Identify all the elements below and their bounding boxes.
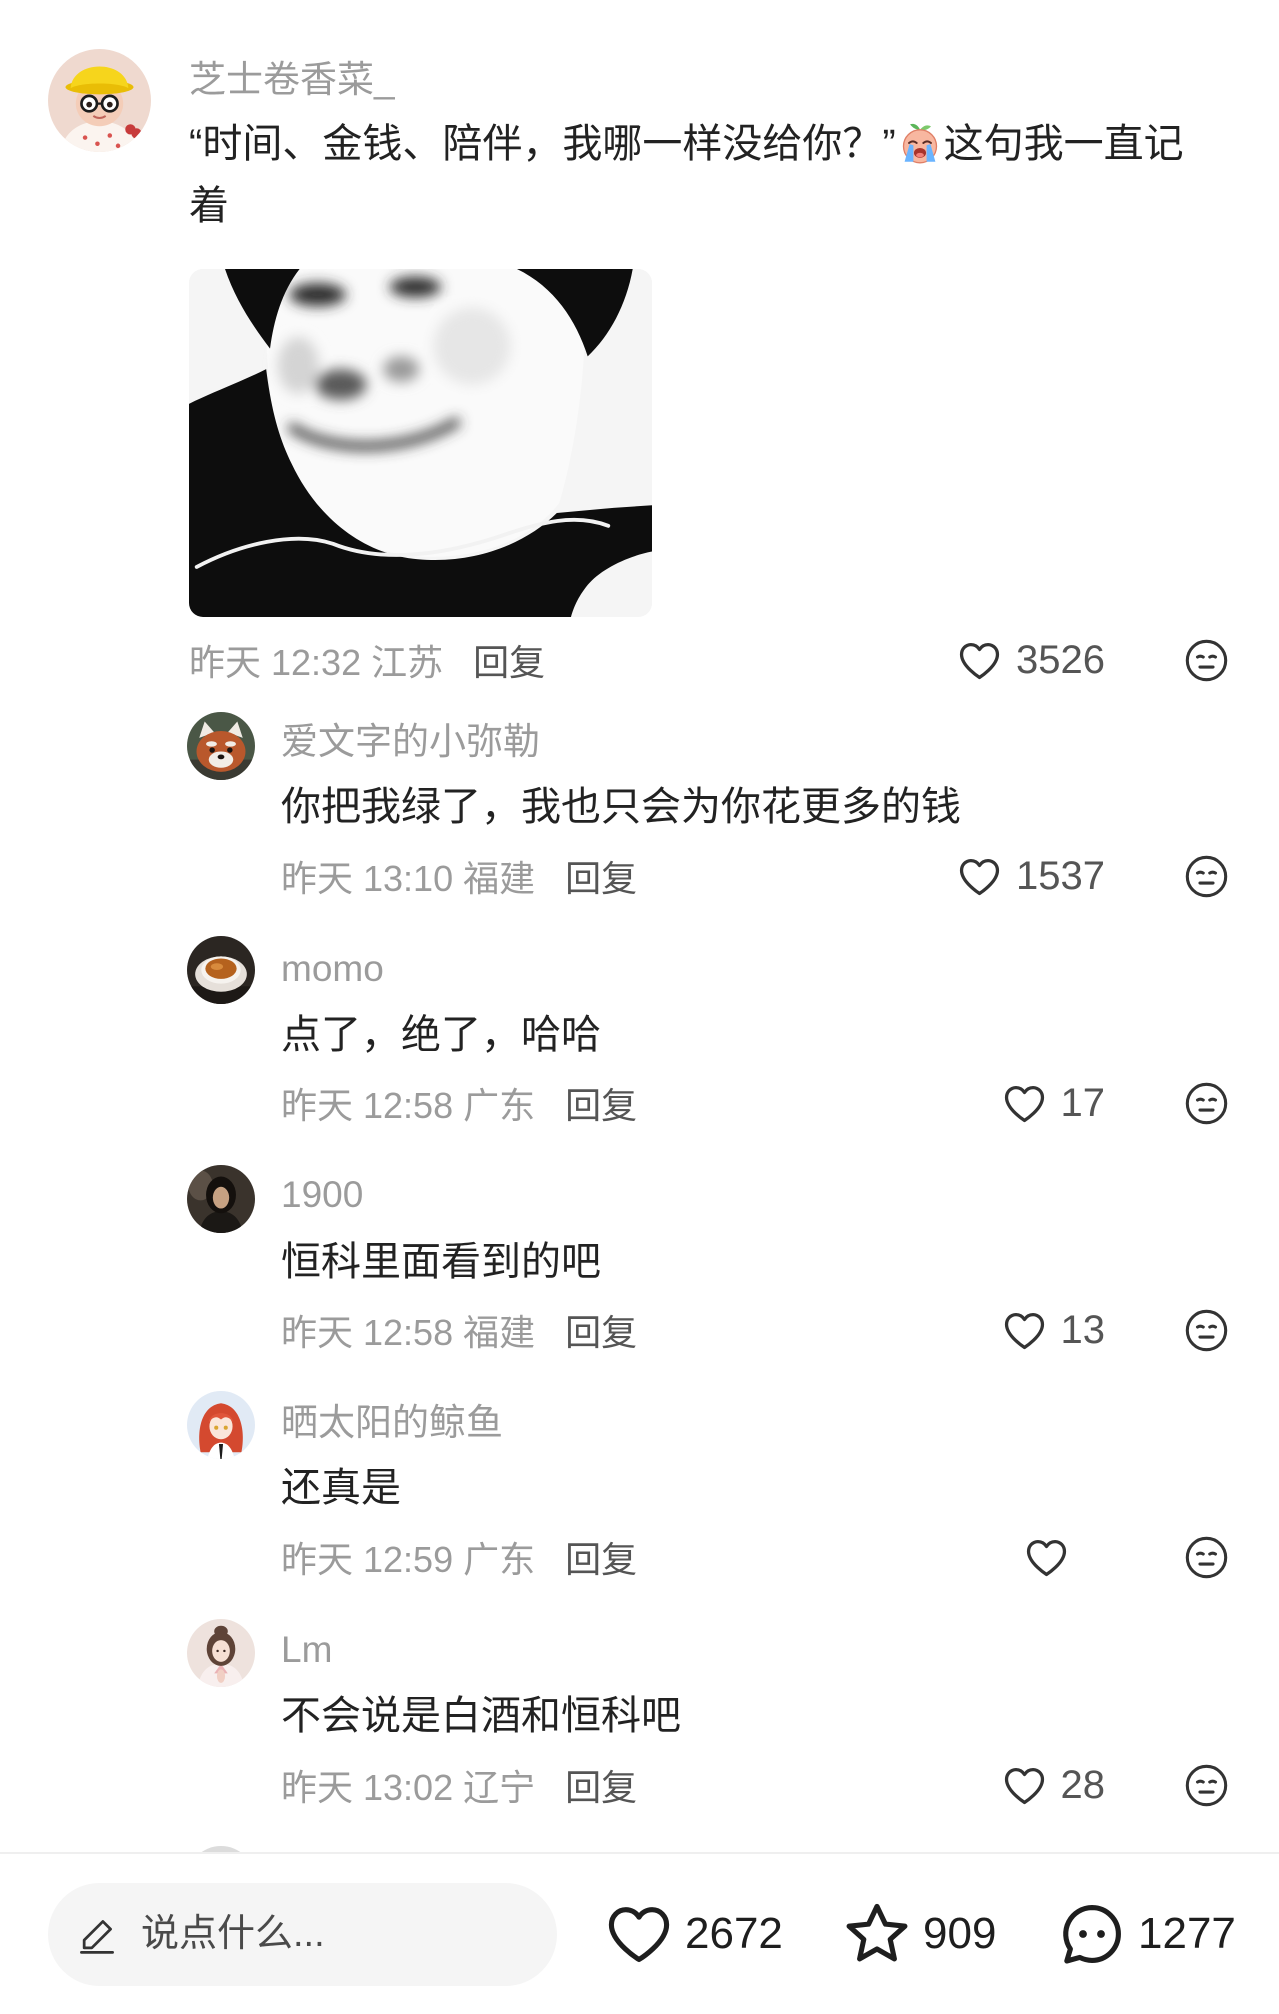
reply-timestamp: 昨天 12:58 广东 (281, 1085, 536, 1126)
comment-timestamp: 昨天 12:32 江苏 (189, 642, 444, 683)
reply-button[interactable]: 回复 (565, 1304, 637, 1356)
heart-icon (1026, 1539, 1067, 1576)
reply-button[interactable]: 回复 (473, 634, 545, 686)
favorite-count: 909 (923, 1909, 997, 1958)
reply-text[interactable]: 还真是 (281, 1460, 401, 1516)
comment-count: 1277 (1138, 1909, 1236, 1958)
favorite-button[interactable]: 909 (841, 1897, 996, 1971)
reply-button[interactable]: 回复 (565, 1531, 637, 1583)
heart-icon (959, 858, 1000, 895)
username[interactable]: Lm (281, 1626, 332, 1674)
dislike-button[interactable] (1182, 852, 1231, 900)
post-like-count: 2672 (685, 1909, 783, 1958)
reply-timestamp: 昨天 13:10 福建 (281, 858, 536, 899)
like-post-button[interactable]: 2672 (603, 1897, 783, 1971)
dislike-button[interactable] (1182, 1533, 1231, 1581)
reply-meta-row: 昨天 12:59 广东 回复 (281, 1533, 1279, 1581)
like-count: 1537 (1016, 853, 1105, 898)
avatar-image (187, 1619, 255, 1687)
comment-meta-row: 昨天 12:32 江苏 回复 3526 (189, 636, 1279, 684)
dislike-button[interactable] (1182, 1306, 1231, 1354)
like-button[interactable]: 13 (1000, 1306, 1106, 1354)
dislike-face-icon (1185, 1309, 1228, 1351)
comment-bubble-icon (1063, 1905, 1121, 1964)
username[interactable]: momo (281, 945, 384, 993)
avatar-image (187, 712, 255, 780)
dislike-button[interactable] (1182, 1761, 1231, 1809)
avatar-image (187, 1165, 255, 1233)
comment-text[interactable]: “时间、金钱、陪伴，我哪一样没给你？” 这句我一直记着 (189, 113, 1201, 237)
reply-timestamp: 昨天 13:02 辽宁 (281, 1767, 536, 1808)
reply-meta-row: 昨天 13:02 辽宁 回复 28 (281, 1761, 1279, 1809)
comment-text-part: “时间、金钱、陪伴，我哪一样没给你？” (189, 122, 896, 166)
avatar[interactable] (187, 712, 255, 780)
heart-icon (959, 642, 1000, 679)
heart-icon (1004, 1767, 1044, 1804)
dislike-face-icon (1185, 855, 1228, 897)
reply-text[interactable]: 你把我绿了，我也只会为你花更多的钱 (281, 779, 961, 835)
reply-timestamp: 昨天 12:59 广东 (281, 1539, 536, 1580)
like-button[interactable]: 1537 (955, 852, 1105, 900)
reply-timestamp: 昨天 12:58 福建 (281, 1312, 536, 1353)
reply-button[interactable]: 回复 (565, 850, 637, 902)
reply-text[interactable]: 点了，绝了，哈哈 (281, 1007, 601, 1063)
star-icon (846, 1903, 908, 1962)
comments-button[interactable]: 1277 (1056, 1897, 1236, 1971)
like-count: 17 (1060, 1080, 1106, 1125)
reply-meta-row: 昨天 13:10 福建 回复 1537 (281, 852, 1279, 900)
avatar[interactable] (187, 1391, 255, 1459)
heart-icon (1004, 1085, 1044, 1122)
dislike-button[interactable] (1182, 1079, 1231, 1127)
bottom-action-bar: 2672 909 1277 (0, 1854, 1279, 2014)
username[interactable]: 1900 (281, 1171, 363, 1219)
reply-button[interactable]: 回复 (565, 1759, 637, 1811)
dislike-face-icon (1185, 639, 1228, 681)
avatar-image (48, 49, 151, 152)
avatar[interactable] (48, 49, 151, 152)
like-count: 3526 (1016, 637, 1105, 682)
avatar-image (187, 1391, 255, 1459)
avatar[interactable] (187, 1165, 255, 1233)
like-button[interactable]: 28 (1000, 1761, 1106, 1809)
meme-image[interactable] (189, 269, 652, 617)
avatar-image (187, 936, 255, 1004)
dislike-face-icon (1185, 1764, 1228, 1806)
reply-meta-row: 昨天 12:58 广东 回复 17 (281, 1079, 1279, 1127)
heart-icon (1004, 1312, 1044, 1349)
reply-text[interactable]: 不会说是白酒和恒科吧 (281, 1688, 681, 1744)
like-button[interactable]: 17 (1000, 1079, 1106, 1127)
dislike-button[interactable] (1182, 636, 1231, 684)
comment-input[interactable] (48, 1883, 557, 1986)
username[interactable]: 晒太阳的鲸鱼 (281, 1399, 503, 1447)
avatar[interactable] (187, 1619, 255, 1687)
comment-screen: 芝士卷香菜_ “时间、金钱、陪伴，我哪一样没给你？” 这句我一直记着 昨天 12… (0, 0, 1279, 2014)
reply-meta-row: 昨天 12:58 福建 回复 13 (281, 1306, 1279, 1354)
crying-face-emoji (898, 121, 942, 165)
dislike-face-icon (1185, 1536, 1228, 1578)
like-button[interactable]: 3526 (955, 636, 1105, 684)
like-button[interactable] (1022, 1533, 1071, 1581)
like-count: 13 (1060, 1307, 1106, 1352)
heart-icon (608, 1907, 670, 1963)
like-count: 28 (1060, 1762, 1106, 1807)
reply-button[interactable]: 回复 (565, 1077, 637, 1129)
reply-text[interactable]: 恒科里面看到的吧 (281, 1234, 601, 1290)
username[interactable]: 爱文字的小弥勒 (281, 718, 540, 766)
avatar[interactable] (187, 936, 255, 1004)
username[interactable]: 芝士卷香菜_ (189, 56, 395, 104)
dislike-face-icon (1185, 1082, 1228, 1124)
